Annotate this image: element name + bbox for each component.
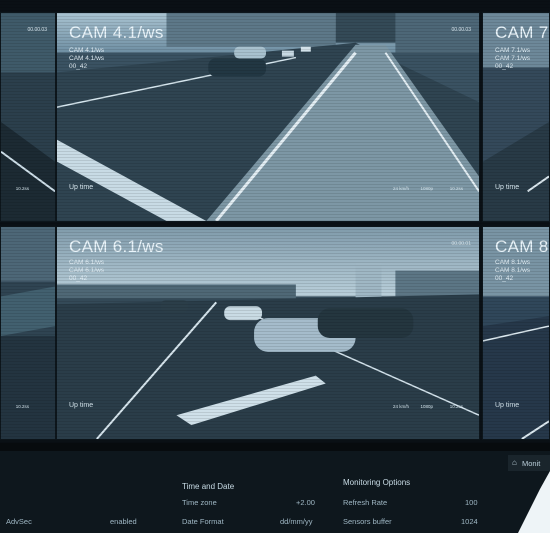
camera-6-1-time: 00.00.01 <box>451 241 471 247</box>
sensors-buffer-label: Sensors buffer <box>343 517 392 526</box>
monitor-icon: ⌂ <box>512 458 517 467</box>
device-edge <box>518 471 550 533</box>
camera-8-1-line3: 00_42 <box>495 275 514 282</box>
camera-6-1-speed: 24 km/h <box>392 404 409 409</box>
camera-8-1-feed[interactable]: CAM 8.1 CAM 8.1/ws CAM 8.1/ws 00_42 Up t… <box>482 226 550 440</box>
camera-wall: 00.00.03 10.2ss CAM 4.1/ws CAM 4.1/ws CA… <box>0 0 550 443</box>
refresh-rate-label: Refresh Rate <box>343 498 388 507</box>
date-format-value[interactable]: dd/mm/yy <box>280 517 313 526</box>
camera-8-1-title: CAM 8.1 <box>495 237 549 256</box>
camera-7-1-line1: CAM 7.1/ws <box>495 47 531 54</box>
refresh-rate-value[interactable]: 100 <box>465 498 478 507</box>
camera-6-1-title: CAM 6.1/ws <box>69 237 164 256</box>
camera-6-1-line1: CAM 6.1/ws <box>69 259 105 266</box>
camera-6-1-fps: 10.2ss <box>449 404 463 409</box>
advsec-label: AdvSec <box>6 517 32 526</box>
camera-8-1-line2: CAM 8.1/ws <box>495 267 531 274</box>
time-zone-label: Time zone <box>182 498 217 507</box>
camera-4-1-title: CAM 4.1/ws <box>69 23 164 42</box>
camera-4-1-fps: 10.2ss <box>449 186 463 191</box>
camera-4-1-feed[interactable]: CAM 4.1/ws CAM 4.1/ws CAM 4.1/ws 00_42 0… <box>56 12 480 222</box>
camera-left-top-time: 00.00.03 <box>27 27 47 33</box>
camera-6-1-uptime: Up time <box>69 402 94 409</box>
camera-4-1-speed: 24 km/h <box>392 186 409 191</box>
camera-8-1-line1: CAM 8.1/ws <box>495 259 531 266</box>
time-date-heading: Time and Date <box>182 482 235 491</box>
camera-left-top[interactable]: 00.00.03 10.2ss <box>0 12 56 222</box>
monitoring-heading: Monitoring Options <box>343 478 411 487</box>
camera-6-1-feed[interactable]: CAM 6.1/ws CAM 6.1/ws CAM 6.1/ws 00_42 0… <box>56 226 480 440</box>
camera-7-1-title: CAM 7.1 <box>495 23 549 42</box>
camera-6-1-scene <box>57 227 479 439</box>
sensors-buffer-value[interactable]: 1024 <box>461 517 478 526</box>
camera-6-1-line2: CAM 6.1/ws <box>69 267 105 274</box>
camera-4-1-time: 00.00.03 <box>451 27 471 33</box>
time-zone-value[interactable]: +2.00 <box>296 498 315 507</box>
camera-left-bottom-code: 10.2ss <box>15 404 29 409</box>
camera-4-1-line3: 00_42 <box>69 63 88 70</box>
camera-8-1-uptime: Up time <box>495 402 520 409</box>
camera-6-1-line3: 00_42 <box>69 275 88 282</box>
camera-4-1-uptime: Up time <box>69 184 94 191</box>
monitor-tab[interactable]: ⌂ Monit <box>508 455 550 471</box>
camera-7-1-feed[interactable]: CAM 7.1 CAM 7.1/ws CAM 7.1/ws 00_42 Up t… <box>482 12 550 222</box>
camera-7-1-line2: CAM 7.1/ws <box>495 55 531 62</box>
camera-6-1-resolution: 1080p <box>420 404 433 409</box>
panel-divider <box>0 443 550 451</box>
camera-7-1-line3: 00_42 <box>495 63 514 70</box>
camera-4-1-resolution: 1080p <box>420 186 433 191</box>
camera-left-top-code: 10.2ss <box>15 186 29 191</box>
camera-4-1-line1: CAM 4.1/ws <box>69 47 105 54</box>
advsec-value[interactable]: enabled <box>110 517 137 526</box>
camera-7-1-uptime: Up time <box>495 184 520 191</box>
settings-panel: AdvSec enabled Time and Date Time zone +… <box>0 451 550 533</box>
monitor-tab-label: Monit <box>522 459 541 468</box>
camera-4-1-scene <box>57 13 479 221</box>
camera-4-1-line2: CAM 4.1/ws <box>69 55 105 62</box>
date-format-label: Date Format <box>182 517 224 526</box>
camera-left-bottom[interactable]: 10.2ss <box>0 226 56 440</box>
